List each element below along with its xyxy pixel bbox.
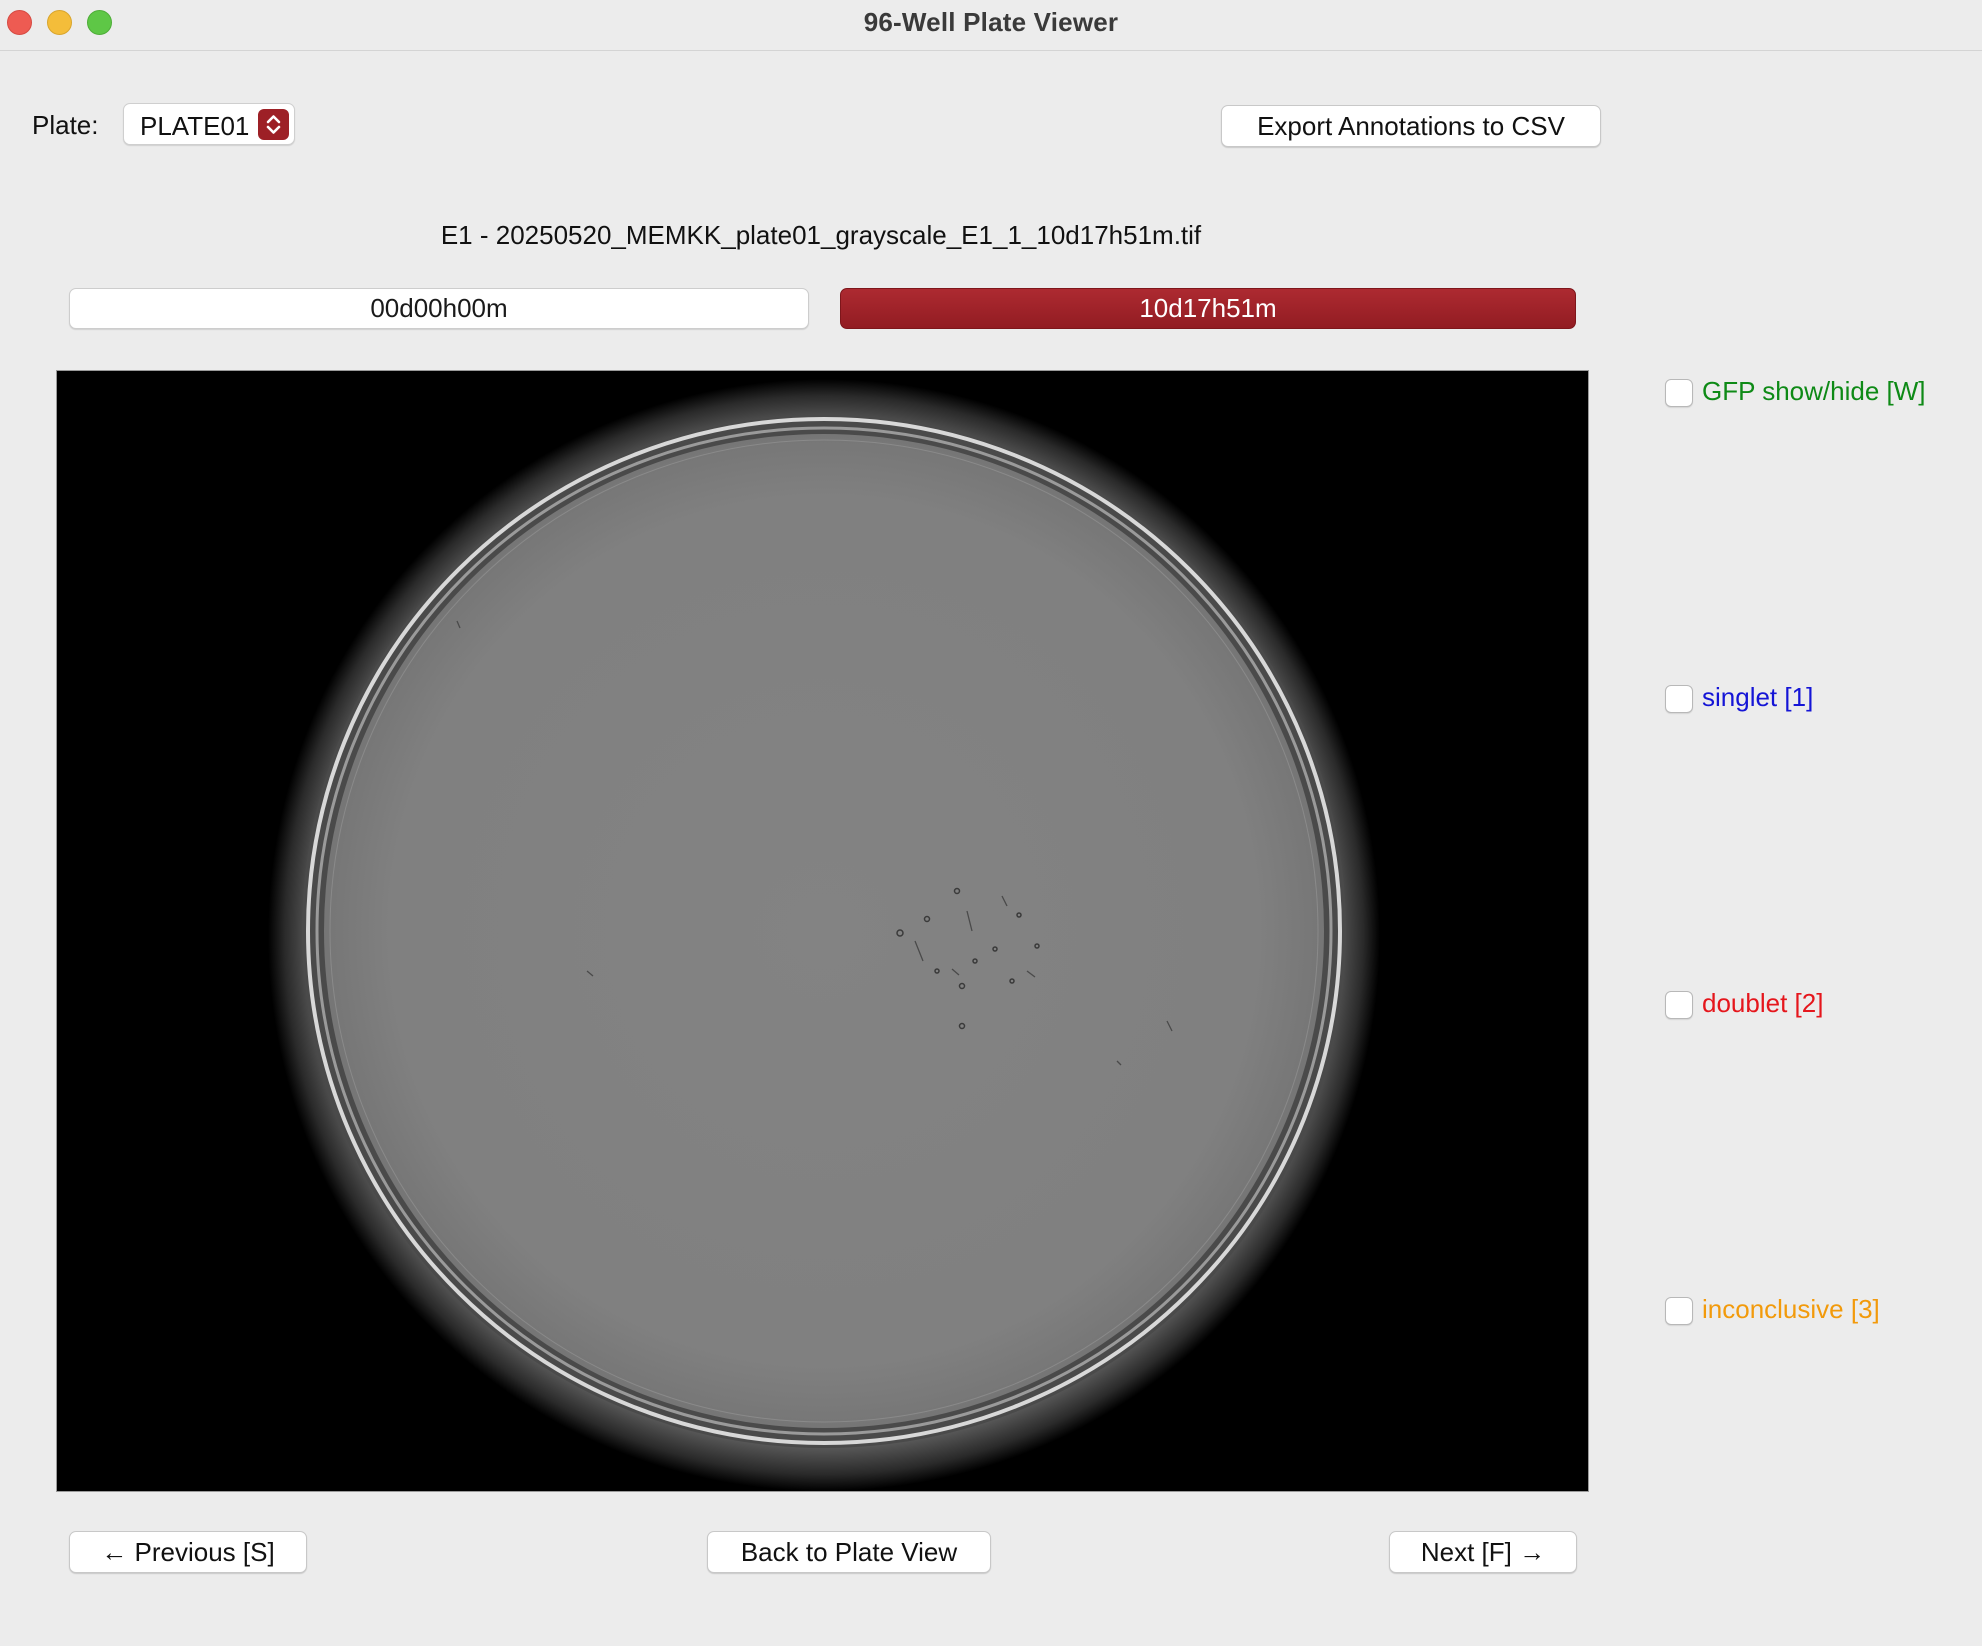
next-button[interactable]: Next [F] → bbox=[1389, 1531, 1577, 1573]
well-image bbox=[57, 371, 1588, 1491]
chevron-up-down-icon bbox=[258, 109, 289, 140]
title-bar: 96-Well Plate Viewer bbox=[0, 0, 1982, 51]
singlet-checkbox[interactable] bbox=[1665, 685, 1693, 713]
doublet-label[interactable]: doublet [2] bbox=[1702, 988, 1823, 1019]
inconclusive-checkbox[interactable] bbox=[1665, 1297, 1693, 1325]
window-title: 96-Well Plate Viewer bbox=[863, 7, 1119, 37]
plate-select[interactable]: PLATE01 bbox=[123, 103, 295, 145]
timepoint-button-end[interactable]: 10d17h51m bbox=[840, 288, 1576, 329]
image-title: E1 - 20250520_MEMKK_plate01_grayscale_E1… bbox=[440, 220, 1202, 250]
plate-select-value: PLATE01 bbox=[140, 111, 250, 141]
export-annotations-button[interactable]: Export Annotations to CSV bbox=[1221, 105, 1601, 147]
timepoint-button-start[interactable]: 00d00h00m bbox=[69, 288, 809, 329]
gfp-label[interactable]: GFP show/hide [W] bbox=[1702, 376, 1926, 407]
previous-button[interactable]: ← Previous [S] bbox=[69, 1531, 307, 1573]
gfp-checkbox[interactable] bbox=[1665, 379, 1693, 407]
doublet-checkbox[interactable] bbox=[1665, 991, 1693, 1019]
singlet-label[interactable]: singlet [1] bbox=[1702, 682, 1813, 713]
back-to-plate-view-button[interactable]: Back to Plate View bbox=[707, 1531, 991, 1573]
plate-label: Plate: bbox=[32, 110, 99, 140]
inconclusive-label[interactable]: inconclusive [3] bbox=[1702, 1294, 1880, 1325]
well-image-viewer[interactable] bbox=[56, 370, 1589, 1492]
